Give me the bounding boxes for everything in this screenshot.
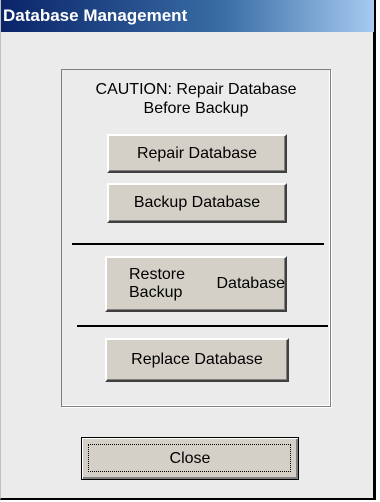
repair-database-button[interactable]: Repair Database bbox=[107, 134, 287, 173]
section-divider bbox=[77, 325, 328, 327]
restore-button-label-line-2: Database bbox=[216, 275, 286, 292]
restore-backup-database-button[interactable]: Restore Backup Database bbox=[105, 256, 287, 312]
database-actions-group: CAUTION: Repair Database Before Backup R… bbox=[61, 69, 331, 407]
close-button[interactable]: Close bbox=[81, 437, 299, 480]
section-divider bbox=[72, 243, 324, 245]
caution-line-2: Before Backup bbox=[143, 100, 249, 117]
window-title: Database Management bbox=[3, 6, 188, 25]
backup-database-button[interactable]: Backup Database bbox=[107, 183, 287, 223]
replace-database-button[interactable]: Replace Database bbox=[105, 338, 289, 382]
caution-message: CAUTION: Repair Database Before Backup bbox=[62, 80, 330, 118]
title-bar[interactable]: Database Management bbox=[1, 0, 374, 32]
focus-rectangle bbox=[88, 444, 291, 472]
caution-line-1: CAUTION: Repair Database bbox=[95, 81, 297, 98]
restore-button-label-line-1: Restore Backup bbox=[129, 266, 186, 301]
database-management-dialog: Database Management CAUTION: Repair Data… bbox=[0, 0, 376, 500]
